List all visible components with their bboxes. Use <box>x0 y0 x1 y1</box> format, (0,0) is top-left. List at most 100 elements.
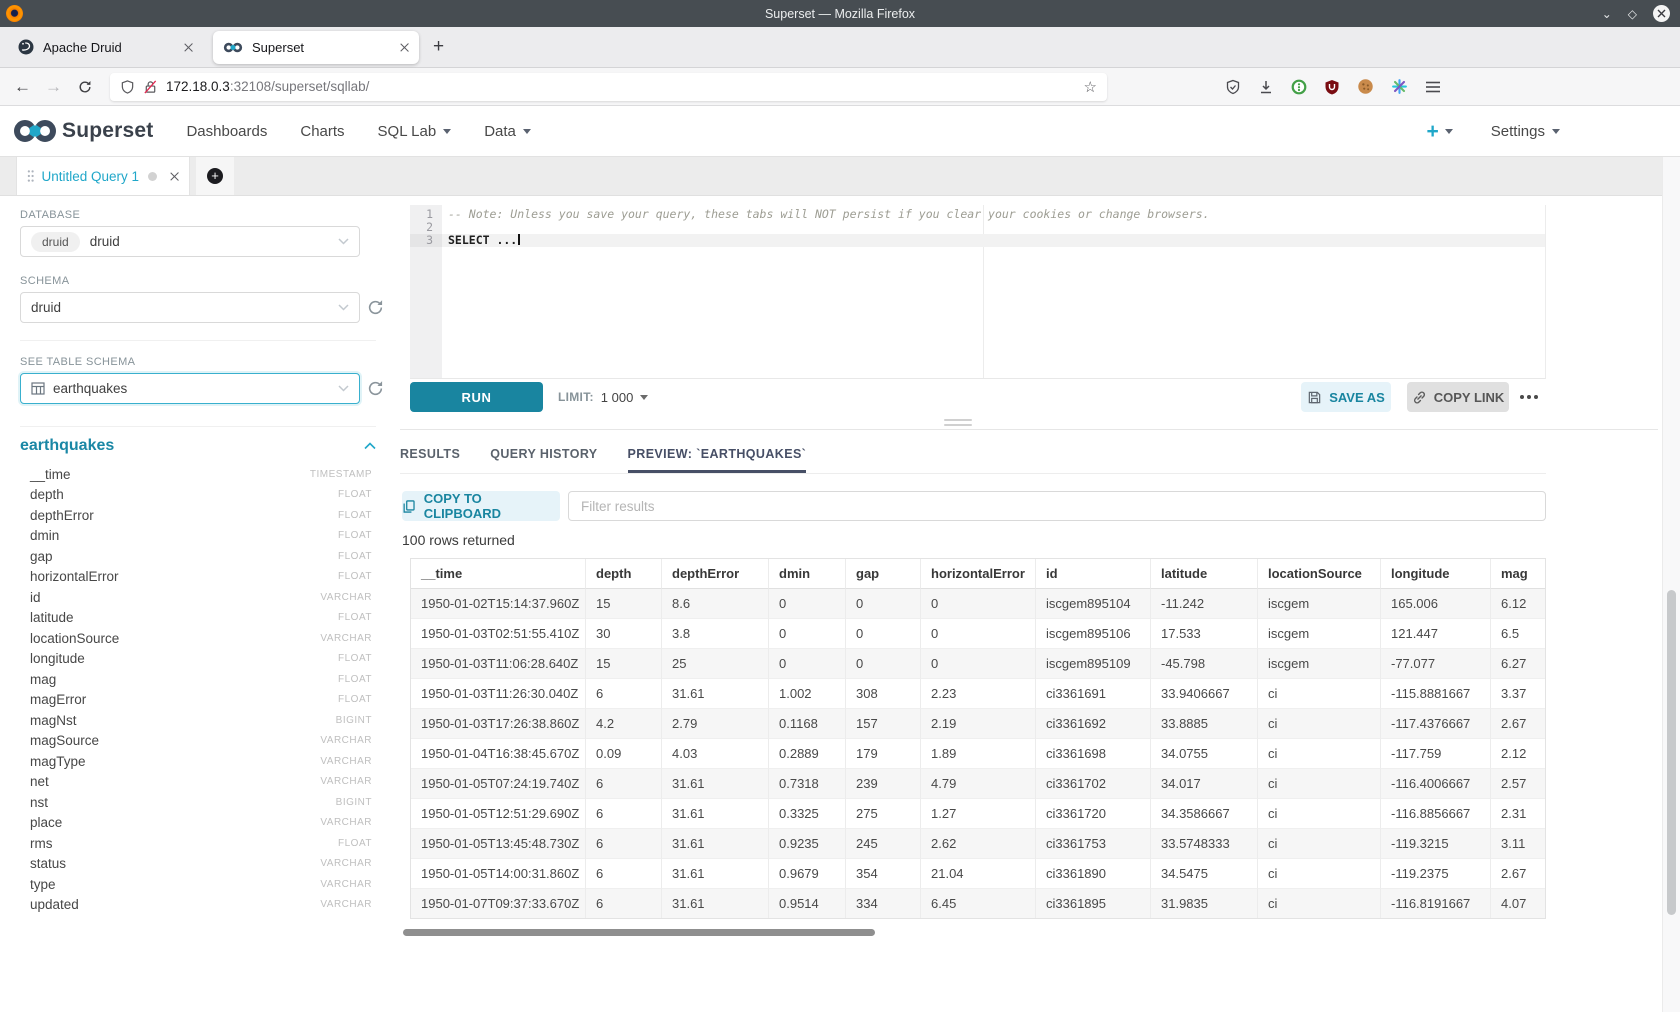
schema-column-row[interactable]: magSourceVARCHAR <box>20 731 376 752</box>
column-header-locationSource[interactable]: locationSource <box>1258 559 1381 589</box>
table-row[interactable]: 1950-01-02T15:14:37.960Z158.6000iscgem89… <box>411 589 1546 619</box>
schema-column-row[interactable]: locationSourceVARCHAR <box>20 628 376 649</box>
sql-editor[interactable]: 1 -- Note: Unless you save your query, t… <box>410 205 1546 379</box>
superset-logo[interactable]: Superset <box>12 117 153 145</box>
column-header-depthError[interactable]: depthError <box>662 559 769 589</box>
nav-item-dashboards[interactable]: Dashboards <box>186 123 267 140</box>
extension-green-icon[interactable] <box>1291 79 1307 95</box>
back-icon[interactable]: ← <box>14 77 31 97</box>
nav-item-charts[interactable]: Charts <box>300 123 344 140</box>
schema-column-row[interactable]: magNstBIGINT <box>20 710 376 731</box>
horizontal-scrollbar[interactable] <box>403 929 875 936</box>
tab-close-icon[interactable] <box>184 43 193 52</box>
schema-column-row[interactable]: idVARCHAR <box>20 587 376 608</box>
save-as-button[interactable]: SAVE AS <box>1301 382 1391 412</box>
schema-column-row[interactable]: placeVARCHAR <box>20 813 376 834</box>
table-cell: 1.002 <box>769 679 846 709</box>
tab-preview-earthquakes[interactable]: PREVIEW: `EARTHQUAKES` <box>628 441 807 473</box>
column-header-depth[interactable]: depth <box>586 559 662 589</box>
schema-column-row[interactable]: rmsFLOAT <box>20 833 376 854</box>
table-row[interactable]: 1950-01-05T13:45:48.730Z631.610.92352452… <box>411 829 1546 859</box>
copy-to-clipboard-button[interactable]: COPY TO CLIPBOARD <box>402 491 560 521</box>
permissions-shield-icon[interactable] <box>120 79 135 95</box>
tab-results[interactable]: RESULTS <box>400 441 460 473</box>
table-row[interactable]: 1950-01-03T11:06:28.640Z1525000iscgem895… <box>411 649 1546 679</box>
query-tab-close-icon[interactable] <box>170 172 179 181</box>
nav-item-data[interactable]: Data <box>484 123 531 140</box>
filter-results-input[interactable] <box>568 491 1546 521</box>
schema-column-row[interactable]: magFLOAT <box>20 669 376 690</box>
schema-column-row[interactable]: latitudeFLOAT <box>20 608 376 629</box>
window-minimize-icon[interactable]: ⌄ <box>1602 8 1612 20</box>
shield-check-icon[interactable] <box>1225 79 1241 95</box>
downloads-icon[interactable] <box>1258 79 1274 95</box>
tab-close-icon[interactable] <box>400 43 409 52</box>
settings-menu-button[interactable]: Settings <box>1491 123 1560 140</box>
column-header-horizontalError[interactable]: horizontalError <box>921 559 1036 589</box>
insecure-lock-icon[interactable] <box>143 79 158 95</box>
column-header-longitude[interactable]: longitude <box>1381 559 1491 589</box>
page-scrollbar-thumb[interactable] <box>1667 590 1676 915</box>
schema-column-row[interactable]: statusVARCHAR <box>20 854 376 875</box>
schema-column-row[interactable]: netVARCHAR <box>20 772 376 793</box>
schema-column-row[interactable]: dminFLOAT <box>20 526 376 547</box>
schema-column-row[interactable]: updatedVARCHAR <box>20 895 376 916</box>
column-header-mag[interactable]: mag <box>1491 559 1546 589</box>
schema-column-row[interactable]: magErrorFLOAT <box>20 690 376 711</box>
bookmark-star-icon[interactable]: ☆ <box>1084 78 1097 96</box>
new-tab-button[interactable]: + <box>433 36 444 58</box>
add-query-tab-button[interactable]: + <box>196 157 234 195</box>
window-close-button[interactable] <box>1653 5 1670 22</box>
table-schema-header[interactable]: earthquakes <box>20 437 376 455</box>
window-maximize-icon[interactable]: ◇ <box>1628 8 1637 20</box>
table-row[interactable]: 1950-01-03T17:26:38.860Z4.22.790.1168157… <box>411 709 1546 739</box>
table-row[interactable]: 1950-01-04T16:38:45.670Z0.094.030.288917… <box>411 739 1546 769</box>
schema-column-row[interactable]: depthErrorFLOAT <box>20 505 376 526</box>
url-bar[interactable]: 172.18.0.3:32108/superset/sqllab/ ☆ <box>110 73 1107 101</box>
sparkle-extension-icon[interactable] <box>1391 78 1408 95</box>
column-header-dmin[interactable]: dmin <box>769 559 846 589</box>
tab-query-history[interactable]: QUERY HISTORY <box>490 441 597 473</box>
menu-hamburger-icon[interactable] <box>1425 80 1441 94</box>
chevron-up-icon[interactable] <box>364 442 376 450</box>
limit-dropdown[interactable]: LIMIT: 1 000 <box>558 382 648 412</box>
copy-link-button[interactable]: COPY LINK <box>1407 382 1509 412</box>
table-cell: 1950-01-05T07:24:19.740Z <box>411 769 586 799</box>
schema-column-row[interactable]: depthFLOAT <box>20 485 376 506</box>
forward-icon[interactable]: → <box>45 77 62 97</box>
ublock-shield-icon[interactable] <box>1324 79 1340 95</box>
table-row[interactable]: 1950-01-05T14:00:31.860Z631.610.96793542… <box>411 859 1546 889</box>
column-header-id[interactable]: id <box>1036 559 1151 589</box>
schema-column-row[interactable]: typeVARCHAR <box>20 874 376 895</box>
column-header-gap[interactable]: gap <box>846 559 921 589</box>
refresh-schema-icon[interactable] <box>367 299 384 316</box>
table-row[interactable]: 1950-01-03T02:51:55.410Z303.8000iscgem89… <box>411 619 1546 649</box>
schema-column-row[interactable]: longitudeFLOAT <box>20 649 376 670</box>
schema-column-row[interactable]: gapFLOAT <box>20 546 376 567</box>
nav-item-sql-lab[interactable]: SQL Lab <box>378 123 452 140</box>
schema-column-row[interactable]: magTypeVARCHAR <box>20 751 376 772</box>
more-options-button[interactable] <box>1512 382 1546 412</box>
schema-column-row[interactable]: horizontalErrorFLOAT <box>20 567 376 588</box>
browser-tab-apache-druid[interactable]: Apache Druid <box>8 31 203 64</box>
table-row[interactable]: 1950-01-03T11:26:30.040Z631.611.0023082.… <box>411 679 1546 709</box>
column-header-latitude[interactable]: latitude <box>1151 559 1258 589</box>
column-header-__time[interactable]: __time <box>411 559 586 589</box>
run-button[interactable]: RUN <box>410 382 543 412</box>
schema-column-row[interactable]: __timeTIMESTAMP <box>20 464 376 485</box>
schema-select[interactable]: druid <box>20 292 360 323</box>
table-row[interactable]: 1950-01-05T07:24:19.740Z631.610.73182394… <box>411 769 1546 799</box>
table-cell: 1950-01-04T16:38:45.670Z <box>411 739 586 769</box>
table-row[interactable]: 1950-01-07T09:37:33.670Z631.610.95143346… <box>411 889 1546 919</box>
reload-icon[interactable] <box>78 80 92 94</box>
refresh-table-icon[interactable] <box>367 380 384 397</box>
browser-tab-superset[interactable]: Superset <box>213 31 419 64</box>
add-new-menu-button[interactable]: + <box>1427 121 1453 142</box>
table-row[interactable]: 1950-01-05T12:51:29.690Z631.610.33252751… <box>411 799 1546 829</box>
pane-drag-handle-icon[interactable] <box>944 419 972 429</box>
table-select[interactable]: earthquakes <box>20 373 360 404</box>
database-select[interactable]: druid druid <box>20 226 360 257</box>
schema-column-row[interactable]: nstBIGINT <box>20 792 376 813</box>
cookie-icon[interactable] <box>1357 78 1374 95</box>
query-tab-untitled-query-1[interactable]: Untitled Query 1 <box>16 157 190 195</box>
